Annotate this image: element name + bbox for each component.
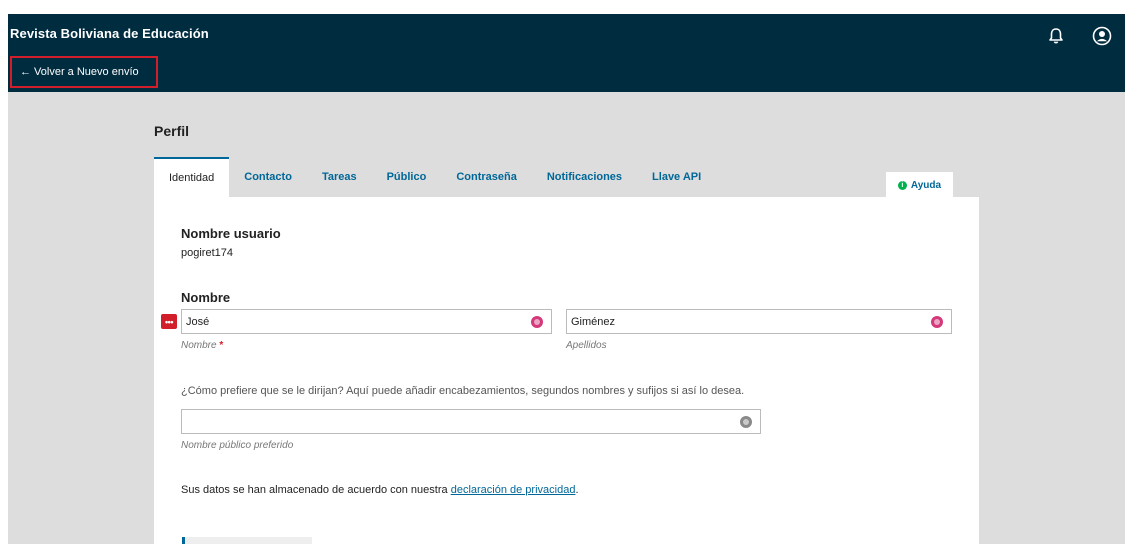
privacy-end: . — [575, 484, 579, 496]
multilingual-badge[interactable]: ••• — [161, 314, 177, 329]
site-title: Revista Boliviana de Educación — [10, 26, 209, 41]
preferred-name-input[interactable] — [181, 409, 761, 434]
given-name-value: José — [186, 315, 210, 328]
tab-identidad[interactable]: Identidad — [154, 157, 230, 197]
username-value: pogiret174 — [181, 247, 233, 259]
preferred-name-intro: ¿Cómo prefiere que se le dirijan? Aquí p… — [181, 385, 745, 397]
globe-icon[interactable] — [531, 315, 543, 328]
tab-llave-api[interactable]: Llave API — [637, 157, 716, 197]
privacy-text: Sus datos se han almacenado de acuerdo c… — [181, 484, 448, 496]
tab-contrasena[interactable]: Contraseña — [441, 157, 532, 197]
family-name-hint: Apellidos — [566, 340, 607, 351]
save-button[interactable] — [182, 537, 312, 544]
top-header: Revista Boliviana de Educación ← Volver … — [8, 14, 1125, 92]
given-name-input[interactable]: José — [181, 309, 552, 334]
name-label: Nombre — [181, 290, 231, 305]
tab-contacto[interactable]: Contacto — [229, 157, 307, 197]
preferred-name-hint: Nombre público preferido — [181, 440, 294, 451]
help-button[interactable]: i Ayuda — [886, 172, 953, 198]
tab-tareas[interactable]: Tareas — [307, 157, 372, 197]
globe-icon[interactable] — [931, 315, 943, 328]
required-mark: * — [219, 340, 224, 351]
family-name-input[interactable]: Giménez — [566, 309, 952, 334]
tab-notificaciones[interactable]: Notificaciones — [532, 157, 637, 197]
family-name-value: Giménez — [571, 315, 616, 328]
privacy-statement: Sus datos se han almacenado de acuerdo c… — [181, 484, 579, 496]
page-title: Perfil — [154, 123, 190, 139]
username-label: Nombre usuario — [181, 226, 281, 241]
user-icon[interactable] — [1092, 26, 1112, 46]
app-frame: Revista Boliviana de Educación ← Volver … — [8, 14, 1125, 544]
profile-tabs: Identidad Contacto Tareas Público Contra… — [154, 157, 834, 197]
privacy-policy-link[interactable]: declaración de privacidad — [451, 484, 576, 496]
given-name-hint: Nombre * — [181, 340, 223, 351]
given-name-hint-text: Nombre — [181, 340, 217, 351]
back-to-submission-link[interactable]: ← Volver a Nuevo envío — [10, 56, 158, 88]
info-icon: i — [897, 180, 907, 190]
globe-icon[interactable] — [740, 415, 752, 428]
help-label: Ayuda — [910, 179, 942, 191]
tab-publico[interactable]: Público — [372, 157, 442, 197]
bell-icon[interactable] — [1046, 26, 1066, 46]
